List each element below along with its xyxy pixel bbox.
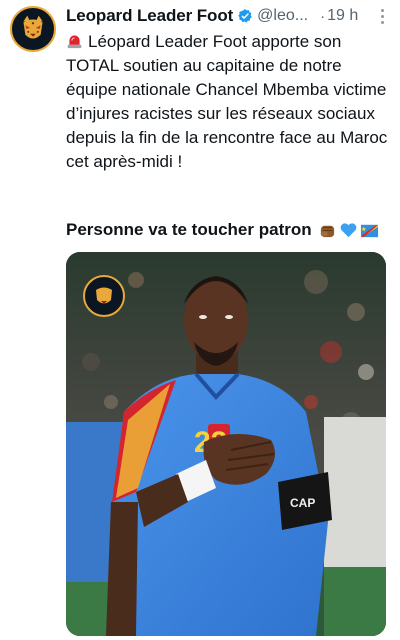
- armband-text: CAP: [290, 496, 315, 510]
- separator-dot: ·: [320, 7, 326, 25]
- tweet-body: Léopard Leader Foot apporte son TOTAL so…: [66, 30, 388, 174]
- display-name[interactable]: Leopard Leader Foot: [66, 6, 233, 26]
- tweet-tagline: Personne va te toucher patron: [66, 218, 379, 242]
- tweet-media-image[interactable]: 22 CAP: [66, 252, 386, 636]
- tweet-header: Leopard Leader Foot @leo... · 19 h: [66, 5, 390, 27]
- verified-badge-icon: [238, 9, 252, 23]
- player-photo: 22 CAP: [66, 252, 386, 636]
- avatar[interactable]: [10, 6, 56, 52]
- fist-icon: [320, 225, 334, 237]
- user-handle[interactable]: @leo...: [257, 7, 308, 25]
- siren-icon: [67, 35, 82, 49]
- drc-flag-icon: [360, 224, 378, 237]
- tweet-text: Léopard Leader Foot apporte son TOTAL so…: [66, 32, 388, 171]
- more-options-icon[interactable]: [374, 8, 390, 24]
- blue-heart-icon: [340, 222, 356, 237]
- leopard-logo-icon: [12, 8, 54, 50]
- tagline-text: Personne va te toucher patron: [66, 220, 312, 239]
- timestamp[interactable]: 19 h: [327, 7, 358, 25]
